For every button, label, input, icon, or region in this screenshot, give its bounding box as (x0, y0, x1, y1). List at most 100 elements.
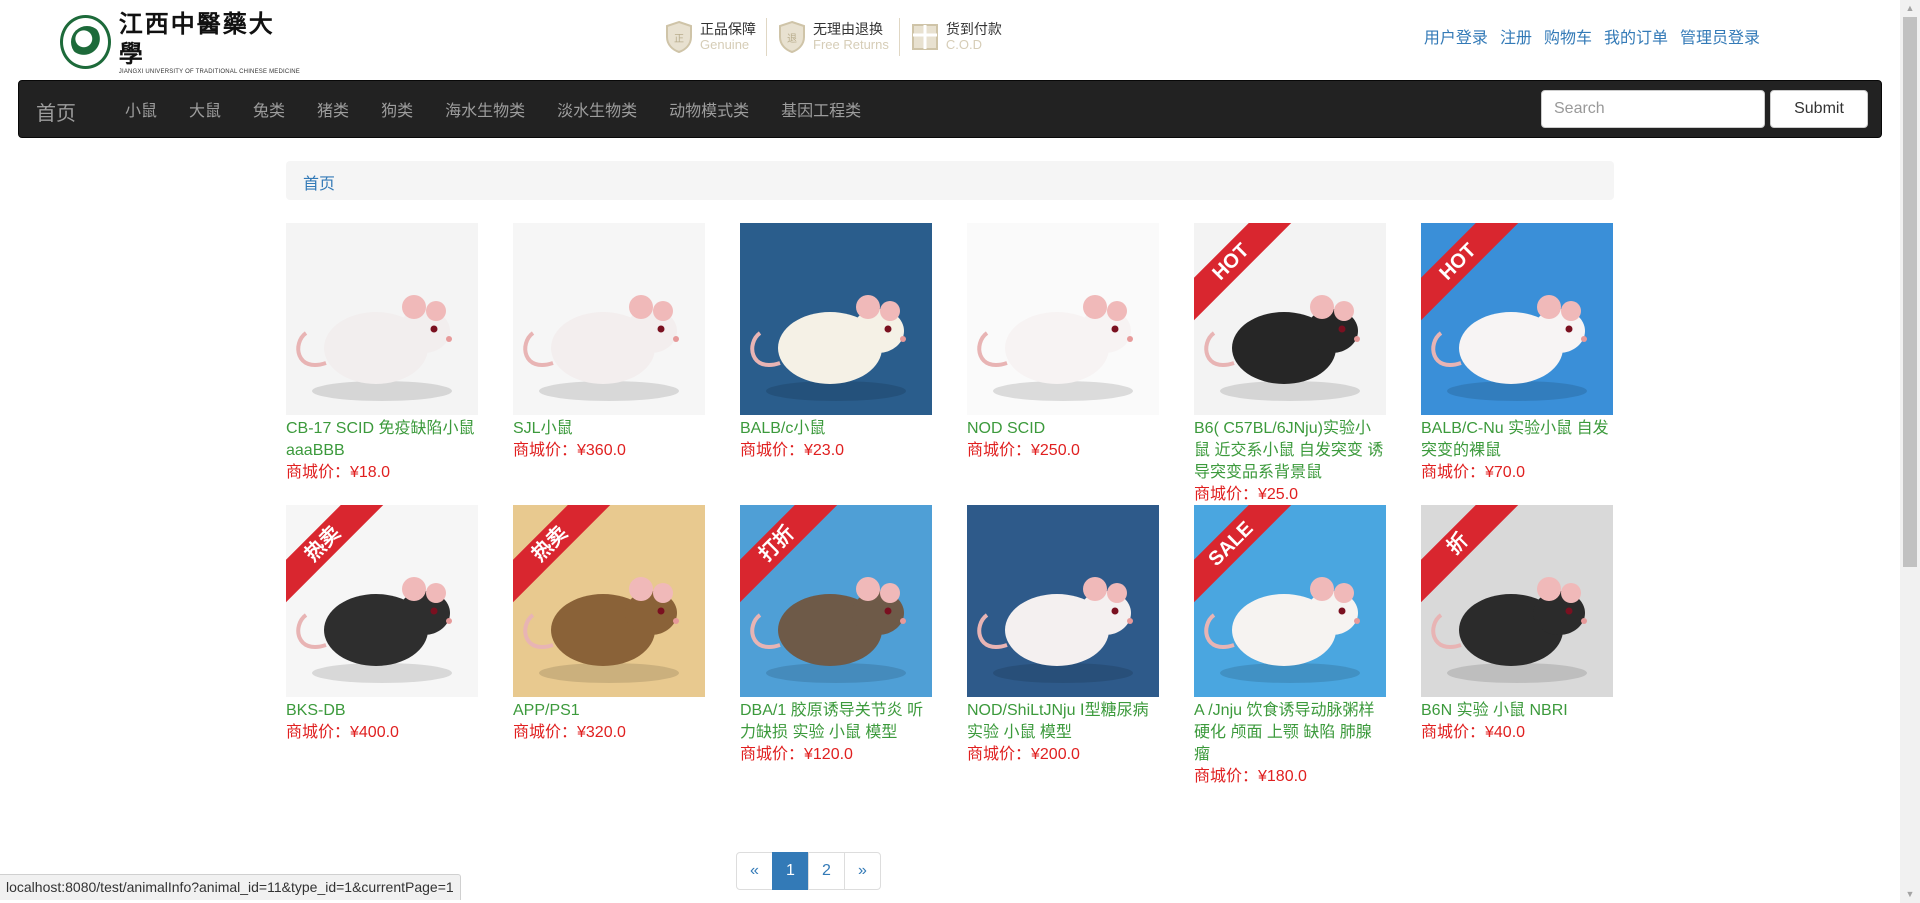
product-image[interactable]: 热卖 (286, 505, 478, 697)
package-icon (910, 20, 940, 54)
product-image[interactable] (967, 223, 1159, 415)
product-image[interactable]: 打折 (740, 505, 932, 697)
admin-login-link[interactable]: 管理员登录 (1680, 24, 1760, 48)
product-price: 商城价：¥180.0 (1194, 768, 1307, 785)
product-image[interactable]: HOT (1421, 223, 1613, 415)
university-logo[interactable]: 江西中醫藥大學 JIANGXI UNIVERSITY OF TRADITIONA… (60, 9, 300, 75)
product-row: 热卖 BKS-DB 商城价：¥400.0 热卖 APP/PS1 商城价：¥320.0 打折 D… (286, 505, 1616, 787)
product-name-link[interactable]: SJL小鼠 (513, 418, 705, 440)
mouse-photo-icon (977, 295, 1133, 401)
nav-item-rat[interactable]: 大鼠 (173, 97, 237, 121)
product-card: HOT B6( C57BL/6JNju)实验小鼠 近交系小鼠 自发突变 诱导突变品… (1194, 223, 1386, 505)
service-guarantees: 正 正品保障 Genuine 退 无理由退换 Free Returns 货到付款… (654, 18, 1012, 56)
product-card: NOD/ShiLtJNju Ⅰ型糖尿病 实验 小鼠 模型商城价：¥200.0 (967, 505, 1159, 787)
svg-text:退: 退 (787, 33, 797, 45)
mouse-photo-icon (296, 295, 452, 401)
mouse-photo-icon (977, 577, 1133, 683)
product-price: 商城价：¥40.0 (1421, 724, 1526, 741)
product-card: HOT BALB/C-Nu 实验小鼠 自发突变的裸鼠商城价：¥70.0 (1421, 223, 1613, 505)
product-name-link[interactable]: BKS-DB (286, 700, 478, 722)
account-links: 用户登录 注册 购物车 我的订单 管理员登录 (1412, 24, 1760, 48)
search-input[interactable] (1541, 90, 1765, 128)
submit-button[interactable]: Submit (1770, 90, 1868, 128)
product-card: CB-17 SCID 免疫缺陷小鼠 aaaBBB 商城价：¥18.0 (286, 223, 478, 505)
nav-item-pig[interactable]: 猪类 (301, 97, 365, 121)
product-price: 商城价：¥120.0 (740, 746, 853, 763)
product-price: 商城价：¥200.0 (967, 746, 1080, 763)
product-card: 打折 DBA/1 胶原诱导关节炎 听力缺损 实验 小鼠 模型商城价：¥120.0 (740, 505, 932, 787)
main-navbar: 首页 小鼠 大鼠 兔类 猪类 狗类 海水生物类 淡水生物类 动物模式类 基因工程… (18, 80, 1882, 138)
logo-english-name: JIANGXI UNIVERSITY OF TRADITIONAL CHINES… (118, 69, 300, 75)
scroll-up-arrow-icon[interactable]: ▲ (1900, 0, 1920, 17)
nav-item-rabbit[interactable]: 兔类 (237, 97, 301, 121)
register-link[interactable]: 注册 (1500, 24, 1532, 48)
my-orders-link[interactable]: 我的订单 (1604, 24, 1668, 48)
product-image[interactable]: SALE (1194, 505, 1386, 697)
scrollbar-thumb[interactable] (1903, 17, 1917, 567)
nav-item-animal-model[interactable]: 动物模式类 (653, 97, 765, 121)
product-row: CB-17 SCID 免疫缺陷小鼠 aaaBBB 商城价：¥18.0 SJL小鼠商城… (286, 223, 1616, 505)
logo-chinese-name: 江西中醫藥大學 (118, 9, 275, 68)
product-name-link[interactable]: B6N 实验 小鼠 NBRI (1421, 700, 1613, 722)
shield-icon: 正 (664, 20, 694, 54)
scroll-down-arrow-icon[interactable]: ▼ (1900, 886, 1920, 903)
guarantee-cn-label: 正品保障 (700, 21, 756, 37)
product-name-link[interactable]: B6( C57BL/6JNju)实验小鼠 近交系小鼠 自发突变 诱导突变品系背景… (1194, 418, 1386, 484)
guarantee-cn-label: 货到付款 (945, 21, 1002, 37)
product-price: 商城价：¥18.0 (286, 464, 391, 481)
product-image[interactable] (286, 223, 478, 415)
nav-item-freshwater[interactable]: 淡水生物类 (541, 97, 653, 121)
product-card: 热卖 APP/PS1 商城价：¥320.0 (513, 505, 705, 787)
product-price: 商城价：¥250.0 (967, 442, 1080, 459)
product-card: NOD SCID 商城价：¥250.0 (967, 223, 1159, 505)
scrollbar[interactable]: ▲ ▼ (1900, 0, 1920, 903)
product-price: 商城价：¥23.0 (740, 442, 845, 459)
breadcrumb-home-link[interactable]: 首页 (303, 176, 335, 193)
product-grid: CB-17 SCID 免疫缺陷小鼠 aaaBBB 商城价：¥18.0 SJL小鼠商城… (286, 223, 1616, 787)
guarantee-free-returns: 退 无理由退换 Free Returns (766, 18, 899, 56)
navbar-brand-home[interactable]: 首页 (36, 97, 76, 126)
product-price: 商城价：¥360.0 (513, 442, 626, 459)
nav-item-dog[interactable]: 狗类 (365, 97, 429, 121)
product-price: 商城价：¥320.0 (513, 724, 626, 741)
product-price: 商城价：¥70.0 (1421, 464, 1526, 481)
product-image[interactable] (513, 223, 705, 415)
category-nav: 小鼠 大鼠 兔类 猪类 狗类 海水生物类 淡水生物类 动物模式类 基因工程类 (109, 81, 877, 137)
guarantee-en-label: Free Returns (813, 37, 889, 52)
product-price: 商城价：¥25.0 (1194, 486, 1299, 503)
svg-text:正: 正 (674, 34, 684, 45)
cart-link[interactable]: 购物车 (1544, 24, 1592, 48)
product-image[interactable] (740, 223, 932, 415)
pagination-next[interactable]: » (844, 852, 881, 890)
product-name-link[interactable]: NOD/ShiLtJNju Ⅰ型糖尿病 实验 小鼠 模型 (967, 700, 1159, 744)
nav-item-marine[interactable]: 海水生物类 (429, 97, 541, 121)
product-card: SJL小鼠商城价：¥360.0 (513, 223, 705, 505)
product-image[interactable]: HOT (1194, 223, 1386, 415)
product-image[interactable]: 折 (1421, 505, 1613, 697)
product-name-link[interactable]: A /Jnju 饮食诱导动脉粥样硬化 颅面 上颚 缺陷 肺腺瘤 (1194, 700, 1386, 766)
product-name-link[interactable]: APP/PS1 (513, 700, 705, 722)
university-emblem-icon (60, 15, 111, 69)
pagination-prev[interactable]: « (736, 852, 773, 890)
guarantee-en-label: C.O.D (945, 37, 982, 52)
product-name-link[interactable]: DBA/1 胶原诱导关节炎 听力缺损 实验 小鼠 模型 (740, 700, 932, 744)
product-card: BALB/c小鼠商城价：¥23.0 (740, 223, 932, 505)
product-image[interactable] (967, 505, 1159, 697)
product-image[interactable]: 热卖 (513, 505, 705, 697)
product-name-link[interactable]: BALB/c小鼠 (740, 418, 932, 440)
page: 江西中醫藥大學 JIANGXI UNIVERSITY OF TRADITIONA… (0, 0, 1920, 903)
product-name-link[interactable]: BALB/C-Nu 实验小鼠 自发突变的裸鼠 (1421, 418, 1613, 462)
guarantee-cod: 货到付款 C.O.D (898, 18, 1012, 56)
breadcrumb: 首页 (286, 161, 1614, 200)
site-header: 江西中醫藥大學 JIANGXI UNIVERSITY OF TRADITIONA… (0, 0, 1900, 80)
pagination-page-2[interactable]: 2 (808, 852, 845, 890)
pagination-page-1[interactable]: 1 (772, 852, 809, 890)
product-name-link[interactable]: CB-17 SCID 免疫缺陷小鼠 aaaBBB (286, 418, 478, 462)
nav-item-mouse[interactable]: 小鼠 (109, 97, 173, 121)
user-login-link[interactable]: 用户登录 (1424, 24, 1488, 48)
nav-item-genetic-engineering[interactable]: 基因工程类 (765, 97, 877, 121)
product-name-link[interactable]: NOD SCID (967, 418, 1159, 440)
return-shield-icon: 退 (777, 20, 807, 54)
guarantee-en-label: Genuine (700, 37, 750, 52)
product-card: 热卖 BKS-DB 商城价：¥400.0 (286, 505, 478, 787)
